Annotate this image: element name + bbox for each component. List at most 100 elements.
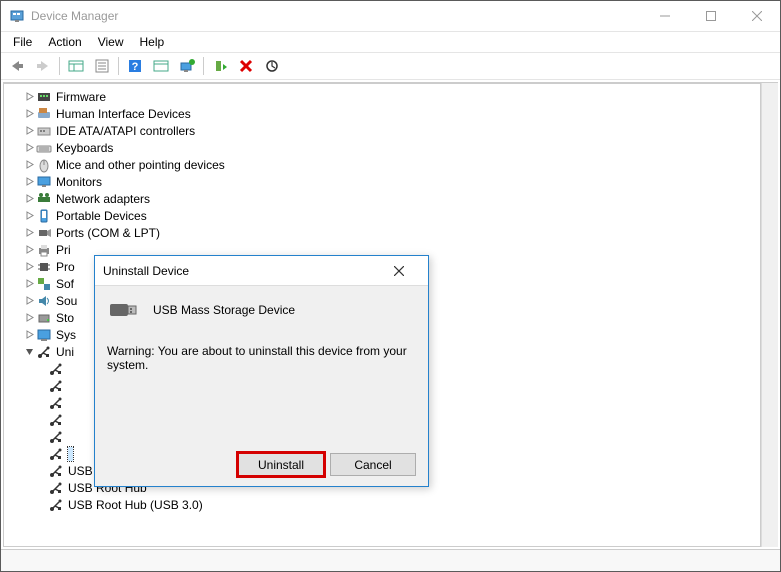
- tree-node-label: Human Interface Devices: [56, 107, 191, 121]
- tree-node[interactable]: IDE ATA/ATAPI controllers: [6, 122, 758, 139]
- usb-icon: [48, 480, 64, 496]
- usb-icon: [48, 395, 64, 411]
- update-driver-icon[interactable]: [175, 55, 199, 77]
- tree-node-label: Pro: [56, 260, 75, 274]
- toolbar: ?: [1, 52, 780, 80]
- minimize-button[interactable]: [642, 1, 688, 31]
- dialog-warning-text: Warning: You are about to uninstall this…: [107, 344, 416, 372]
- tree-node-label: [68, 413, 71, 427]
- chevron-right-icon[interactable]: [22, 311, 36, 325]
- menu-view[interactable]: View: [90, 33, 132, 51]
- forward-button[interactable]: [31, 55, 55, 77]
- network-icon: [36, 191, 52, 207]
- menu-help[interactable]: Help: [132, 33, 173, 51]
- chevron-right-icon[interactable]: [22, 226, 36, 240]
- dialog-titlebar: Uninstall Device: [95, 256, 428, 286]
- chevron-right-icon[interactable]: [22, 158, 36, 172]
- scan-hardware-icon[interactable]: [260, 55, 284, 77]
- tree-node-label: Uni: [56, 345, 74, 359]
- chevron-right-icon[interactable]: [22, 328, 36, 342]
- tree-node-label: Keyboards: [56, 141, 113, 155]
- monitor-icon: [36, 174, 52, 190]
- vertical-scrollbar[interactable]: [761, 83, 778, 547]
- dialog-device-name: USB Mass Storage Device: [153, 303, 295, 317]
- dialog-title: Uninstall Device: [103, 264, 394, 278]
- system-icon: [36, 327, 52, 343]
- chevron-right-icon[interactable]: [22, 277, 36, 291]
- chevron-right-icon[interactable]: [22, 124, 36, 138]
- svg-text:?: ?: [132, 61, 139, 73]
- close-button[interactable]: [734, 1, 780, 31]
- tree-node-label: IDE ATA/ATAPI controllers: [56, 124, 195, 138]
- chevron-right-icon[interactable]: [22, 90, 36, 104]
- chevron-down-icon[interactable]: [22, 345, 36, 359]
- uninstall-button[interactable]: Uninstall: [238, 453, 324, 476]
- tree-node[interactable]: Keyboards: [6, 139, 758, 156]
- tree-node-label: Mice and other pointing devices: [56, 158, 225, 172]
- menubar: File Action View Help: [1, 32, 780, 52]
- tree-node-label: USB Root Hub (USB 3.0): [68, 498, 203, 512]
- tree-node[interactable]: Network adapters: [6, 190, 758, 207]
- cancel-button[interactable]: Cancel: [330, 453, 416, 476]
- window-title: Device Manager: [31, 9, 642, 23]
- titlebar: Device Manager: [1, 1, 780, 32]
- menu-file[interactable]: File: [5, 33, 40, 51]
- firmware-icon: [36, 89, 52, 105]
- tree-node[interactable]: Ports (COM & LPT): [6, 224, 758, 241]
- tree-node[interactable]: USB Root Hub (USB 3.0): [6, 496, 758, 513]
- chevron-right-icon[interactable]: [22, 175, 36, 189]
- portable-icon: [36, 208, 52, 224]
- storage-icon: [36, 310, 52, 326]
- tree-node-label: [68, 362, 71, 376]
- keyboard-icon: [36, 140, 52, 156]
- hid-icon: [36, 106, 52, 122]
- tree-node-label: Ports (COM & LPT): [56, 226, 160, 240]
- tree-node[interactable]: Mice and other pointing devices: [6, 156, 758, 173]
- menu-action[interactable]: Action: [40, 33, 89, 51]
- chevron-right-icon[interactable]: [22, 243, 36, 257]
- window-controls: [642, 1, 780, 31]
- tree-node[interactable]: Human Interface Devices: [6, 105, 758, 122]
- maximize-button[interactable]: [688, 1, 734, 31]
- chevron-right-icon[interactable]: [22, 107, 36, 121]
- tree-node[interactable]: Monitors: [6, 173, 758, 190]
- usb-icon: [36, 344, 52, 360]
- back-button[interactable]: [5, 55, 29, 77]
- mouse-icon: [36, 157, 52, 173]
- chevron-right-icon[interactable]: [22, 209, 36, 223]
- usb-device-icon: [107, 296, 139, 324]
- chevron-right-icon[interactable]: [22, 192, 36, 206]
- enable-device-icon[interactable]: [208, 55, 232, 77]
- tree-node-label: [68, 430, 71, 444]
- usb-icon: [48, 463, 64, 479]
- help-button[interactable]: ?: [123, 55, 147, 77]
- tree-node-label: [68, 396, 71, 410]
- usb-icon: [48, 497, 64, 513]
- usb-icon: [48, 412, 64, 428]
- usb-icon: [48, 429, 64, 445]
- usb-icon: [48, 361, 64, 377]
- uninstall-device-icon[interactable]: [234, 55, 258, 77]
- action-button[interactable]: [149, 55, 173, 77]
- tree-node-label: Pri: [56, 243, 71, 257]
- component-icon: [36, 276, 52, 292]
- tree-node[interactable]: Portable Devices: [6, 207, 758, 224]
- usb-icon: [48, 446, 64, 462]
- chevron-right-icon[interactable]: [22, 260, 36, 274]
- tree-node-label: Sou: [56, 294, 77, 308]
- chevron-right-icon[interactable]: [22, 141, 36, 155]
- properties-button[interactable]: [90, 55, 114, 77]
- port-icon: [36, 225, 52, 241]
- tree-node-label: Portable Devices: [56, 209, 147, 223]
- dialog-close-button[interactable]: [394, 266, 420, 276]
- printer-icon: [36, 242, 52, 258]
- chevron-right-icon[interactable]: [22, 294, 36, 308]
- ide-icon: [36, 123, 52, 139]
- tree-node-label: Sof: [56, 277, 74, 291]
- show-hide-tree-button[interactable]: [64, 55, 88, 77]
- dialog-body: USB Mass Storage Device Warning: You are…: [95, 286, 428, 443]
- tree-node-label: [68, 379, 71, 393]
- statusbar: [1, 549, 780, 571]
- tree-node[interactable]: Firmware: [6, 88, 758, 105]
- dialog-buttons: Uninstall Cancel: [95, 443, 428, 486]
